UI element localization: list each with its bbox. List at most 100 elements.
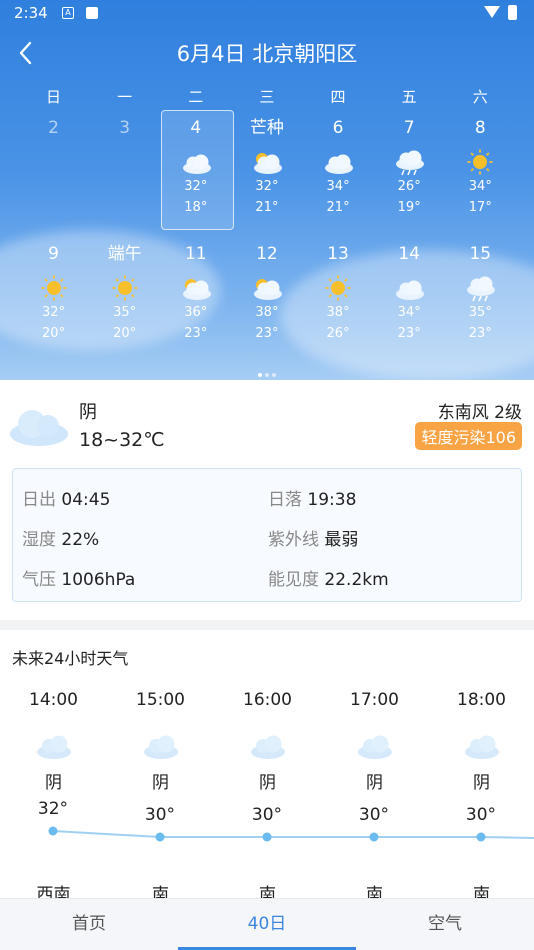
hourly-wind: 南 [366, 885, 383, 898]
calendar-day[interactable]: 4 32° 18° [160, 110, 235, 232]
day-number: 6 [332, 118, 344, 138]
page-title: 6月4日 北京朝阳区 [176, 42, 358, 66]
uv-item: 紫外线 最弱 [268, 530, 359, 550]
page-indicator [0, 362, 534, 380]
hourly-item: 14:00 阴 西南 [0, 690, 107, 898]
visibility-item: 能见度 22.2km [268, 570, 389, 590]
temp-point [262, 832, 272, 842]
detail-box: 日出 04:45 日落 19:38 湿度 22% 紫外线 最弱 气压 1006h… [12, 468, 522, 602]
hourly-wind: 南 [473, 885, 490, 898]
day-low: 21° [255, 200, 279, 215]
day-number: 2 [48, 118, 59, 138]
day-low: 20° [113, 326, 137, 341]
hourly-item: 16:00 阴 南 [214, 690, 321, 898]
hourly-condition: 阴 [152, 773, 169, 793]
hourly-condition: 阴 [473, 773, 490, 793]
day-number: 芒种 [249, 118, 284, 138]
day-high: 34° [397, 305, 421, 320]
day-low: 23° [468, 326, 492, 341]
day-number: 8 [474, 118, 486, 138]
hourly-item: 17:00 阴 南 [321, 690, 428, 898]
aqi-badge[interactable]: 轻度污染106 [415, 422, 522, 450]
calendar-day[interactable]: 12 38° 23° [231, 240, 302, 358]
hourly-item: 15:00 阴 南 [107, 690, 214, 898]
weekday-label: 三 [259, 88, 275, 106]
cloud-icon [396, 280, 425, 300]
calendar-day[interactable]: 2 [18, 114, 89, 232]
day-high: 34° [326, 179, 350, 194]
pressure-item: 气压 1006hPa [22, 570, 136, 590]
sunrise-item: 日出 04:45 [22, 490, 111, 510]
hourly-time: 18:00 [457, 690, 506, 710]
day-number: 7 [403, 118, 415, 138]
partly-cloudy-icon [253, 153, 282, 174]
day-high: 35° [113, 305, 137, 320]
day-high: 32° [42, 305, 66, 320]
day-low: 20° [42, 326, 66, 341]
day-number: 15 [469, 244, 492, 264]
calendar-day[interactable]: 8 34° 17° [445, 114, 516, 232]
humidity-item: 湿度 22% [22, 530, 100, 550]
day-low: 26° [326, 326, 350, 341]
cloud-icon [464, 735, 499, 759]
hourly-temp: 32° [37, 799, 69, 819]
calendar-day[interactable]: 14 34° 23° [374, 240, 445, 358]
nav-home[interactable]: 首页 [0, 899, 178, 950]
today-card: 阴 18~32℃ 东南风 2级 轻度污染106 日出 04:45 日落 19:3… [0, 380, 534, 620]
cloud-icon [357, 735, 392, 759]
hourly-time: 16:00 [243, 690, 292, 710]
day-high: 38° [326, 305, 350, 320]
cloud-icon [10, 410, 68, 446]
cloud-icon [250, 735, 285, 759]
nav-40day[interactable]: 40日 [178, 899, 356, 950]
status-bar: 2:34 A [0, 0, 534, 28]
bottom-nav: 首页 40日 空气 [0, 898, 534, 950]
wifi-icon [484, 6, 500, 18]
hourly-temp: 30° [144, 805, 176, 825]
calendar-week: 9 32° 20° 端午 35° 20° 11 36° 23° 12 38° 2… [18, 240, 516, 358]
day-number: 14 [398, 244, 420, 264]
notification-icon [86, 7, 98, 19]
day-low: 21° [326, 200, 350, 215]
calendar-day[interactable]: 11 36° 23° [160, 240, 231, 358]
day-number: 9 [48, 244, 59, 264]
notification-icon: A [62, 7, 74, 19]
day-number: 11 [184, 244, 207, 264]
weekday-label: 一 [117, 88, 133, 106]
weekday-header: 日一二三四五六 [18, 86, 516, 107]
day-number: 13 [327, 244, 349, 264]
hourly-wind: 南 [259, 885, 276, 898]
nav-air[interactable]: 空气 [356, 899, 534, 950]
day-low: 18° [184, 200, 208, 215]
hourly-time: 17:00 [350, 690, 399, 710]
day-high: 32° [184, 179, 208, 194]
today-temp-range: 18~32℃ [79, 429, 165, 451]
hourly-temp: 30° [251, 805, 283, 825]
cloud-icon [325, 154, 354, 174]
calendar-day[interactable]: 端午 35° 20° [89, 240, 160, 358]
calendar-day[interactable]: 7 26° 19° [374, 114, 445, 232]
partly-cloudy-icon [182, 279, 211, 300]
weekday-label: 二 [188, 88, 204, 106]
calendar-day[interactable]: 9 32° 20° [18, 240, 89, 358]
hourly-condition: 阴 [45, 773, 62, 793]
day-low: 17° [468, 200, 492, 215]
day-high: 38° [255, 305, 279, 320]
hourly-condition: 阴 [259, 773, 276, 793]
hourly-time: 14:00 [29, 690, 78, 710]
weekday-label: 六 [472, 88, 488, 106]
calendar-day[interactable]: 6 34° 21° [303, 114, 374, 232]
calendar-day[interactable]: 13 38° 26° [303, 240, 374, 358]
temp-point [48, 826, 58, 836]
temp-point [155, 832, 165, 842]
hourly-temp: 30° [358, 805, 390, 825]
day-high: 32° [255, 179, 279, 194]
day-number: 4 [190, 118, 202, 138]
cloud-icon [36, 735, 71, 759]
calendar-day[interactable]: 3 [89, 114, 160, 232]
hourly-forecast[interactable]: 未来24小时天气 14:00 阴 西南 15:00 阴 南 16:00 阴 南 … [0, 630, 534, 898]
calendar-day[interactable]: 芒种 32° 21° [231, 114, 302, 232]
rain-icon [396, 150, 425, 176]
calendar-day[interactable]: 15 35° 23° [445, 240, 516, 358]
cloud-icon [182, 154, 211, 174]
